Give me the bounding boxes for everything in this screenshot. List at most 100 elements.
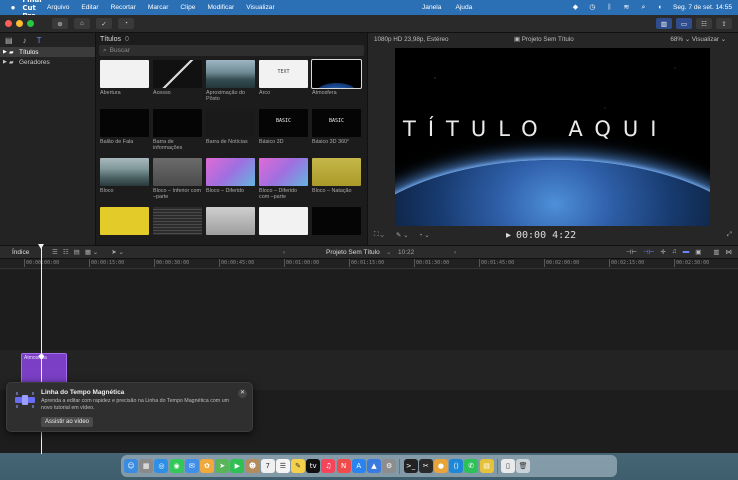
title-tile[interactable]: Bloco – Natação <box>312 158 361 204</box>
appstore-icon[interactable]: A <box>351 459 366 473</box>
title-tile[interactable]: Atmosfera <box>311 59 362 106</box>
notes-icon[interactable]: ✎ <box>291 459 306 473</box>
fullscreen-icon[interactable]: ⤢ <box>727 231 732 239</box>
transitions-browser-icon[interactable]: ⋈ <box>726 248 733 256</box>
title-tile[interactable]: Abertura <box>100 60 149 106</box>
menu-clock[interactable]: Seg. 7 de set. 14:55 <box>673 4 732 11</box>
insert-clip-icon[interactable]: ☷ <box>63 248 69 256</box>
viewer-screen[interactable]: TÍTULO AQUI <box>395 48 710 226</box>
title-tile[interactable]: Bloco – Inferior com –parte <box>153 158 202 204</box>
menu-modificar[interactable]: Modificar <box>207 4 234 11</box>
maps-icon[interactable]: ➤ <box>215 459 230 473</box>
app-menu[interactable]: Final Cut Pro <box>22 0 41 20</box>
menu-editar[interactable]: Editar <box>81 4 98 11</box>
speed-icon[interactable]: ◔ ⌄ <box>419 231 430 239</box>
menu-ajuda[interactable]: Ajuda <box>455 4 472 11</box>
inspector-toggle-icon[interactable]: ☷ <box>696 18 712 29</box>
audio-skimming-icon[interactable]: ✛ <box>660 248 665 256</box>
index-button[interactable]: Índice <box>12 249 29 256</box>
viewer-zoom[interactable]: 68% ⌄ <box>670 36 690 43</box>
photos-audio-tab-icon[interactable]: ♪ <box>23 36 27 45</box>
timeline-project-label[interactable]: Projeto Sem Título <box>326 249 380 256</box>
playhead-handle[interactable] <box>39 354 44 359</box>
finalcut-icon[interactable]: ✂ <box>418 459 433 473</box>
trash-icon[interactable]: 🗑 <box>516 459 531 473</box>
title-tile[interactable]: Bloco – Diferido <box>206 158 255 204</box>
claquete-icon[interactable]: ▤ <box>479 459 494 473</box>
finder-icon[interactable]: ☺ <box>124 459 138 473</box>
settings-icon[interactable]: ⚙ <box>382 459 397 473</box>
back-icon[interactable]: ‹ <box>283 249 285 256</box>
browser-search-input[interactable]: ⌕ Buscar <box>99 45 364 56</box>
libraries-tab-icon[interactable]: ▤ <box>5 36 13 45</box>
reminders-icon[interactable]: ☰ <box>275 459 290 473</box>
tv-icon[interactable]: tv <box>306 459 321 473</box>
terminal-icon[interactable]: >_ <box>403 459 418 473</box>
browser-toggle-icon[interactable]: ▥ <box>656 18 672 29</box>
title-tile[interactable]: Barra de Notícias <box>206 109 255 155</box>
apple-menu-icon[interactable]: ● <box>6 3 20 12</box>
photos-icon[interactable]: ✿ <box>199 459 214 473</box>
viewer-view-menu[interactable]: Visualizar ⌄ <box>692 36 726 43</box>
launchpad-icon[interactable]: ▦ <box>139 459 154 473</box>
dropbox-icon[interactable]: ◆ <box>571 3 580 12</box>
title-tile[interactable]: Acesso <box>153 60 202 106</box>
skimming-icon[interactable]: ⊣⊢ <box>643 248 654 256</box>
enhance-icon[interactable]: ✎ ⌄ <box>396 231 409 239</box>
keynote-icon[interactable]: ▲ <box>367 459 381 473</box>
effects-browser-icon[interactable]: ▥ <box>713 248 719 256</box>
messages-icon[interactable]: ◉ <box>169 459 184 473</box>
connect-clip-icon[interactable]: ☰ <box>52 248 58 256</box>
bluetooth-icon[interactable]: ᛒ <box>605 3 614 12</box>
title-tile[interactable]: Balão de Fala <box>100 109 149 155</box>
menu-recortar[interactable]: Recortar <box>111 4 136 11</box>
background-tasks-icon[interactable]: ◔ <box>118 18 134 29</box>
documents-icon[interactable]: ▯ <box>500 459 515 473</box>
menu-arquivo[interactable]: Arquivo <box>47 4 69 11</box>
title-tile[interactable]: BASIC Básico 3D 360° <box>312 109 361 155</box>
recent-icon[interactable]: ◷ <box>588 3 597 12</box>
chrome-icon[interactable]: ● <box>433 459 448 473</box>
solo-icon[interactable]: ♫ <box>672 248 677 256</box>
forward-icon[interactable]: › <box>454 249 456 256</box>
facetime-icon[interactable]: ▶ <box>230 459 245 473</box>
title-tile[interactable]: Bloco <box>100 158 149 204</box>
whatsapp-icon[interactable]: ✆ <box>464 459 479 473</box>
title-tile[interactable]: BASIC Básico 3D <box>259 109 308 155</box>
project-menu-icon[interactable]: ⌄ <box>386 248 391 256</box>
control-center-icon[interactable]: ◐ <box>656 3 665 12</box>
contacts-icon[interactable]: ☻ <box>245 459 260 473</box>
video-only-icon[interactable]: ⊣⊢ <box>626 248 637 256</box>
clip-appearance-icon[interactable]: ▣ <box>695 248 701 256</box>
watch-video-button[interactable]: Assistir ao vídeo <box>41 417 94 427</box>
sidebar-item-geradores[interactable]: ▶ ▰ Geradores <box>0 57 95 67</box>
select-tool-icon[interactable]: ➤ ⌄ <box>111 248 124 256</box>
music-icon[interactable]: ♫ <box>321 459 336 473</box>
timeline-toggle-icon[interactable]: ▭ <box>676 18 692 29</box>
rating-icon[interactable]: ✓ <box>96 18 112 29</box>
menu-visualizar[interactable]: Visualizar <box>246 4 274 11</box>
title-tile[interactable]: Barra de informações <box>153 109 202 155</box>
wifi-icon[interactable]: ≋ <box>622 3 631 12</box>
title-tile[interactable]: TEXT Arco <box>259 60 308 106</box>
append-clip-icon[interactable]: ▤ <box>74 248 80 256</box>
overwrite-clip-icon[interactable]: ▦ ⌄ <box>85 248 98 256</box>
menu-clipe[interactable]: Clipe <box>180 4 195 11</box>
zoom-window-button[interactable] <box>27 20 34 27</box>
keyword-icon[interactable]: ⌂ <box>74 18 90 29</box>
import-media-icon[interactable]: ⊕ <box>52 18 68 29</box>
titles-generators-tab-icon[interactable]: T <box>37 36 42 45</box>
transform-icon[interactable]: ⛶ ⌄ <box>374 231 384 239</box>
safari-icon[interactable]: ◎ <box>154 459 169 473</box>
menu-marcar[interactable]: Marcar <box>148 4 169 11</box>
calendar-icon[interactable]: 7 <box>260 459 275 473</box>
vscode-icon[interactable]: ⟨⟩ <box>449 459 464 473</box>
minimize-window-button[interactable] <box>16 20 23 27</box>
timeline-ruler[interactable]: 00:00:00:00 00:00:15:00 00:00:30:00 00:00:4… <box>0 259 738 269</box>
menu-janela[interactable]: Janela <box>422 4 441 11</box>
snapping-icon[interactable]: ▬ <box>683 248 690 256</box>
title-tile[interactable]: Bloco – Diferido com –parte <box>259 158 308 204</box>
share-icon[interactable]: ⇪ <box>716 18 732 29</box>
title-tile[interactable]: Aproximação do Pôsto <box>206 60 255 106</box>
sidebar-item-titulos[interactable]: ▶ ▰ Títulos <box>0 47 95 57</box>
